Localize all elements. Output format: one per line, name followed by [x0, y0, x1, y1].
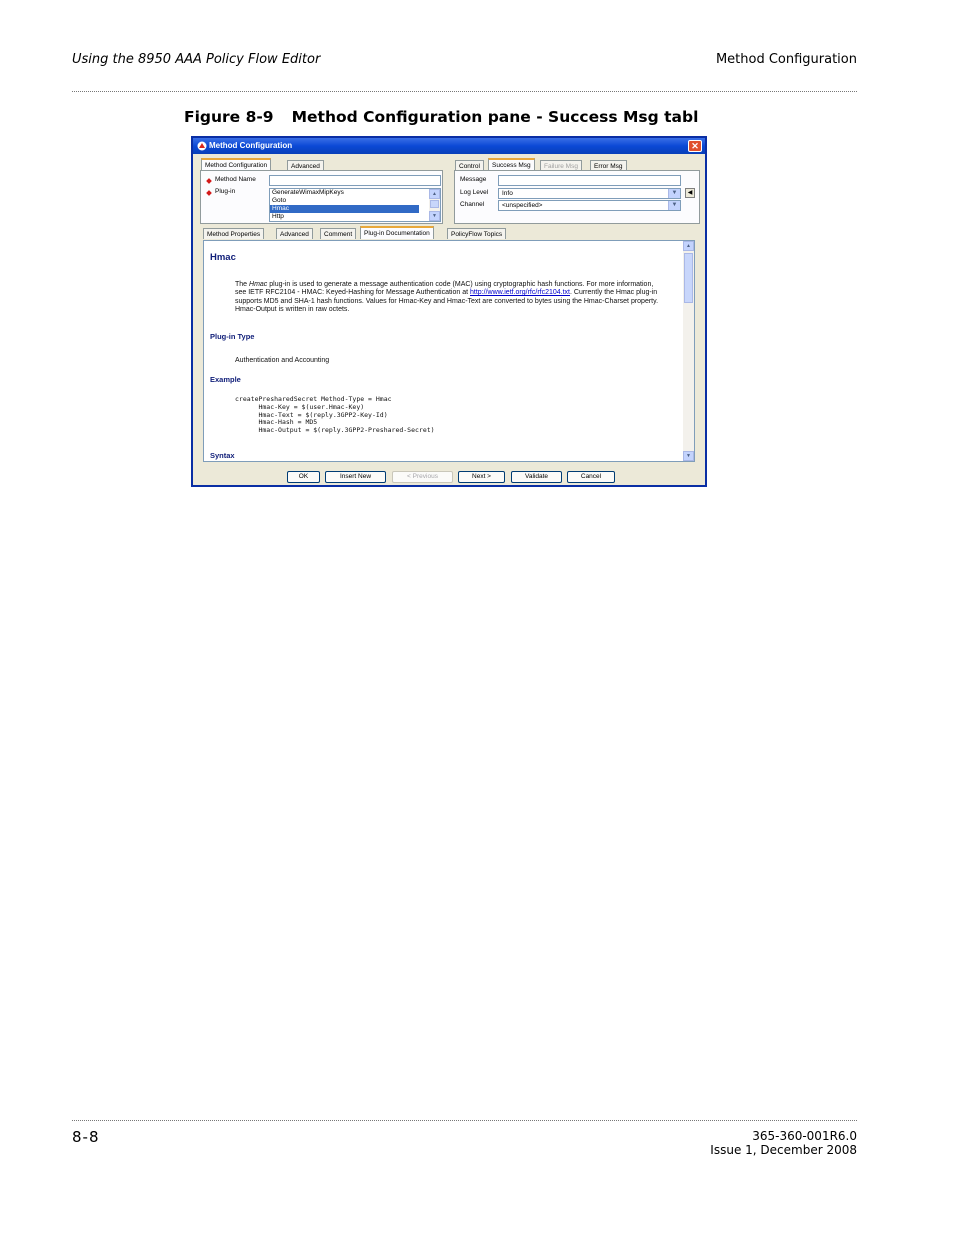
ok-button[interactable]: OK: [287, 471, 320, 483]
example-heading: Example: [210, 375, 241, 384]
list-item[interactable]: GenerateWimaxMipKeys: [270, 189, 440, 197]
message-label: Message: [460, 176, 487, 183]
log-level-value: Info: [502, 190, 513, 197]
figure-title: Method Configuration pane - Success Msg …: [291, 108, 699, 126]
scroll-up-icon[interactable]: ▲: [683, 241, 694, 251]
running-header-section: Method Configuration: [715, 52, 857, 67]
plugin-type-text: Authentication and Accounting: [235, 357, 330, 364]
validate-button[interactable]: Validate: [511, 471, 562, 483]
scroll-thumb[interactable]: [684, 253, 693, 303]
chevron-down-icon[interactable]: ▼: [668, 189, 680, 198]
scroll-thumb[interactable]: [430, 200, 439, 208]
doc-heading: Hmac: [210, 252, 236, 263]
chevron-down-icon[interactable]: ▼: [668, 201, 680, 210]
method-configuration-window: Method Configuration ✕ Method Configurat…: [191, 136, 707, 487]
method-name-input[interactable]: [269, 175, 441, 186]
close-icon[interactable]: ✕: [688, 140, 702, 152]
syntax-heading: Syntax: [210, 451, 235, 460]
scroll-up-icon[interactable]: ▲: [429, 189, 440, 199]
doc-scrollbar[interactable]: ▲ ▼: [683, 241, 694, 461]
plugin-documentation-viewer[interactable]: Hmac The Hmac plug-in is used to generat…: [203, 240, 695, 462]
required-marker-icon: [206, 178, 212, 184]
figure-caption: Figure 8-9 Method Configuration pane - Su…: [184, 108, 698, 126]
channel-label: Channel: [460, 201, 485, 208]
doc-emphasis: Hmac: [249, 281, 268, 288]
app-logo-icon: [197, 141, 207, 151]
scroll-down-icon[interactable]: ▼: [429, 211, 440, 221]
page-number: 8-8: [72, 1128, 100, 1146]
plugin-scrollbar[interactable]: ▲ ▼: [429, 189, 440, 221]
tab-plugin-documentation[interactable]: Plug-in Documentation: [360, 226, 434, 239]
list-item[interactable]: Goto: [270, 197, 440, 205]
previous-button: < Previous: [392, 471, 453, 483]
next-button[interactable]: Next >: [458, 471, 505, 483]
code-line: Hmac-Output = $(reply.3GPP2-Preshared-Se…: [235, 426, 435, 435]
header-divider: [72, 91, 857, 92]
speaker-icon[interactable]: ◀: [685, 188, 695, 198]
scroll-down-icon[interactable]: ▼: [683, 451, 694, 461]
plugin-label: Plug-in: [215, 188, 236, 195]
issue-date: Issue 1, December 2008: [710, 1143, 857, 1157]
window-title-bar[interactable]: Method Configuration ✕: [193, 138, 705, 154]
document-number: 365-360-001R6.0: [752, 1129, 857, 1143]
plugin-listbox[interactable]: GenerateWimaxMipKeys Goto Hmac Http ▲ ▼: [269, 188, 441, 222]
figure-number: Figure 8-9: [184, 108, 274, 126]
footer-divider: [72, 1120, 857, 1121]
running-header-title: Using the 8950 AAA Policy Flow Editor: [72, 52, 321, 67]
list-item[interactable]: Http: [270, 213, 440, 221]
log-level-label: Log Level: [460, 189, 489, 196]
method-configuration-panel: Method Name Plug-in GenerateWimaxMipKeys…: [200, 170, 443, 224]
doc-text: The: [235, 281, 248, 288]
doc-intro: The Hmac plug-in is used to generate a m…: [235, 281, 665, 314]
insert-new-button[interactable]: Insert New: [325, 471, 386, 483]
message-input[interactable]: [498, 175, 681, 186]
channel-value: <unspecified>: [502, 202, 543, 209]
rfc-link[interactable]: http://www.ietf.org/rfc/rfc2104.txt: [470, 289, 570, 296]
method-name-label: Method Name: [215, 176, 256, 183]
plugin-type-heading: Plug-in Type: [210, 332, 255, 341]
tab-comment[interactable]: Comment: [320, 228, 357, 239]
required-marker-icon: [206, 190, 212, 196]
example-code: createPresharedSecret Method-Type = Hmac…: [235, 395, 435, 435]
success-msg-panel: Message Log Level Info ▼ ◀ Channel <unsp…: [454, 170, 700, 224]
tab-method-properties[interactable]: Method Properties: [203, 228, 265, 239]
channel-select[interactable]: <unspecified> ▼: [498, 200, 681, 211]
log-level-select[interactable]: Info ▼: [498, 188, 681, 199]
footer-doc-info: 365-360-001R6.0 Issue 1, December 2008: [710, 1129, 857, 1157]
tab-advanced[interactable]: Advanced: [276, 228, 313, 239]
window-title: Method Configuration: [209, 141, 293, 150]
tab-policyflow-topics[interactable]: PolicyFlow Topics: [447, 228, 507, 239]
cancel-button[interactable]: Cancel: [567, 471, 615, 483]
list-item-selected[interactable]: Hmac: [270, 205, 419, 213]
